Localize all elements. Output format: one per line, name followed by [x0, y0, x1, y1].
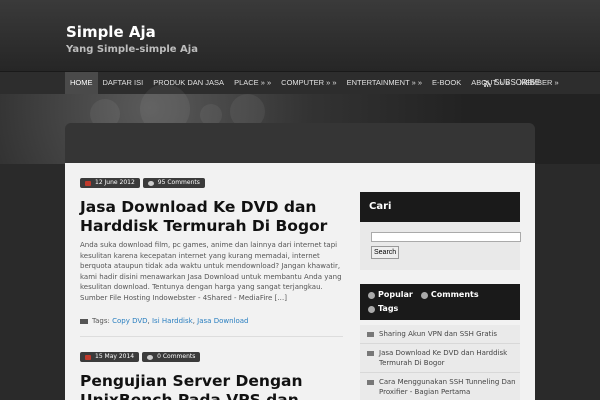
tag-link[interactable]: Jasa Download	[197, 317, 248, 325]
post-divider	[80, 336, 343, 337]
tab-label: Popular	[378, 290, 413, 299]
tab-popular[interactable]: Popular	[364, 288, 417, 302]
comment-icon	[147, 180, 154, 186]
post-title[interactable]: Pengujian Server Dengan UnixBench Pada V…	[80, 372, 340, 400]
post-date: 12 June 2012	[95, 179, 135, 186]
tab-comments[interactable]: Comments	[417, 288, 483, 302]
subscribe-link[interactable]: SUBSCRIBE	[484, 72, 540, 94]
nav-item-computer[interactable]: COMPUTER » »	[276, 72, 341, 94]
sidebar-tabs: Popular Comments Tags	[360, 284, 520, 320]
site-tagline: Yang Simple-simple Aja	[66, 44, 198, 55]
arrow-icon	[367, 351, 374, 356]
list-item-label: Cara Menggunakan SSH Tunneling Dan Proxi…	[379, 378, 516, 396]
post-meta: 15 May 2014 0 Comments	[80, 352, 201, 362]
popular-icon	[368, 291, 375, 299]
tab-label: Tags	[378, 304, 399, 313]
subscribe-label: SUBSCRIBE	[494, 78, 541, 87]
tag-link[interactable]: Isi Harddisk	[152, 317, 193, 325]
tag-link[interactable]: Copy DVD	[112, 317, 147, 325]
nav-item-entertainment[interactable]: ENTERTAINMENT » »	[342, 72, 427, 94]
list-item-label: Sharing Akun VPN dan SSH Gratis	[379, 330, 497, 338]
post-comments: 0 Comments	[157, 353, 196, 360]
post-comments-badge[interactable]: 0 Comments	[142, 352, 201, 362]
site-title[interactable]: Simple Aja	[66, 23, 156, 41]
post-comments: 95 Comments	[157, 179, 200, 186]
post-date-badge: 12 June 2012	[80, 178, 140, 188]
post-date-badge: 15 May 2014	[80, 352, 140, 362]
tag-icon	[80, 318, 88, 324]
search-input[interactable]	[371, 232, 521, 242]
calendar-icon	[85, 180, 91, 186]
list-item[interactable]: Cara Menggunakan SSH Tunneling Dan Proxi…	[360, 373, 520, 400]
tags-icon	[368, 305, 375, 313]
tab-label: Comments	[430, 290, 479, 299]
post-meta: 12 June 2012 95 Comments	[80, 178, 205, 188]
post-tags: Tags: Copy DVD, Isi Harddisk, Jasa Downl…	[80, 317, 248, 325]
search-button[interactable]: Search	[371, 246, 400, 259]
post-excerpt: Anda suka download film, pc games, anime…	[80, 241, 342, 302]
site-header: Simple Aja Yang Simple-simple Aja	[0, 0, 600, 72]
comment-icon	[147, 354, 154, 360]
rss-icon	[484, 79, 491, 87]
popular-list: Sharing Akun VPN dan SSH Gratis Jasa Dow…	[360, 325, 520, 400]
calendar-icon	[85, 354, 91, 360]
tab-tags[interactable]: Tags	[364, 302, 402, 316]
post-comments-badge[interactable]: 95 Comments	[142, 178, 205, 188]
nav-item-place[interactable]: PLACE » »	[229, 72, 276, 94]
search-widget-title: Cari	[360, 192, 520, 222]
list-item[interactable]: Jasa Download Ke DVD dan Harddisk Termur…	[360, 344, 520, 373]
nav-item-daftar-isi[interactable]: DAFTAR ISI	[98, 72, 149, 94]
nav-item-home[interactable]: HOME	[65, 72, 98, 94]
nav-item-ebook[interactable]: E-BOOK	[427, 72, 466, 94]
sidebar: Cari	[360, 192, 520, 222]
arrow-icon	[367, 332, 374, 337]
main-nav: HOME DAFTAR ISI PRODUK DAN JASA PLACE » …	[0, 72, 600, 94]
featured-area	[65, 123, 535, 163]
tags-label: Tags:	[92, 317, 110, 325]
list-item[interactable]: Sharing Akun VPN dan SSH Gratis	[360, 325, 520, 344]
comments-icon	[420, 291, 428, 299]
post-date: 15 May 2014	[95, 353, 135, 360]
post-title[interactable]: Jasa Download Ke DVD dan Harddisk Termur…	[80, 198, 340, 236]
arrow-icon	[367, 380, 374, 385]
list-item-label: Jasa Download Ke DVD dan Harddisk Termur…	[379, 349, 508, 367]
